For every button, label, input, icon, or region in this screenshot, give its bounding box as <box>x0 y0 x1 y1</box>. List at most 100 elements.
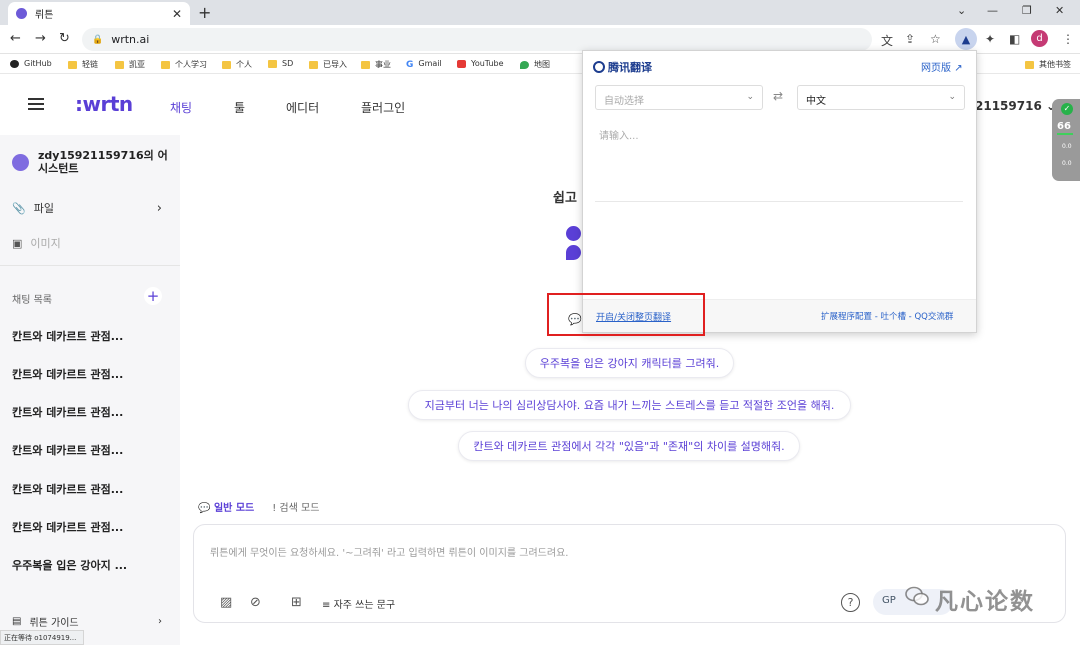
memory-percent: 66 <box>1057 121 1071 132</box>
sidebar-item-file[interactable]: 📎 파일 › <box>12 200 162 216</box>
source-text-input[interactable]: 请输入... <box>599 127 639 142</box>
github-icon <box>10 59 19 68</box>
minimize-button[interactable]: — <box>987 4 998 17</box>
chat-list-item[interactable]: 칸트와 데카르트 관점... <box>12 328 172 344</box>
search-mode-button[interactable]: ! 검색 모드 <box>272 499 319 514</box>
new-chat-button[interactable]: + <box>144 287 162 305</box>
bookmark-folder[interactable]: 个人学习 <box>161 59 207 70</box>
address-bar[interactable]: 🔒 wrtn.ai <box>82 28 872 51</box>
paperclip-icon: 📎 <box>12 201 26 215</box>
youtube-icon <box>457 59 466 68</box>
wrtn-logo-dot-icon <box>566 226 581 241</box>
chat-list-item[interactable]: 칸트와 데카르트 관점... <box>12 481 172 497</box>
suggestion-chip[interactable]: 칸트와 데카르트 관점에서 각각 "있음"과 "존재"의 차이를 설명해줘. <box>458 431 800 461</box>
chat-bubble-icon: 💬 <box>198 503 214 514</box>
close-window-button[interactable]: ✕ <box>1055 4 1064 17</box>
folder-icon <box>1025 60 1034 69</box>
paperclip-icon[interactable]: ⊘ <box>250 595 261 610</box>
nav-tab-plugin[interactable]: 플러그인 <box>361 99 405 116</box>
bookmark-folder[interactable]: 凯亚 <box>115 59 145 70</box>
chat-input-placeholder: 뤼튼에게 무엇이든 요청하세요. '~그려줘' 라고 입력하면 뤼튼이 이미지를… <box>210 548 569 559</box>
shield-check-icon: ✓ <box>1061 103 1073 115</box>
system-monitor-widget[interactable]: ✓ 66 0.0 0.0 <box>1052 99 1080 181</box>
web-version-link[interactable]: 网页版 ↗ <box>921 59 963 74</box>
sidebar-item-image[interactable]: ▣ 이미지 <box>12 235 162 251</box>
wechat-logo-icon <box>905 586 929 606</box>
bookmark-folder[interactable]: 个人 <box>222 59 252 70</box>
swap-languages-icon[interactable]: ⇄ <box>773 89 783 103</box>
sidebar-divider <box>0 265 180 266</box>
chat-list-item[interactable]: 칸트와 데카르트 관점... <box>12 366 172 382</box>
divider <box>595 201 963 202</box>
layout-template-icon[interactable]: ⊞ <box>291 595 302 610</box>
close-tab-icon[interactable]: ✕ <box>172 7 182 21</box>
browser-status-bubble: 正在等待 o1074919... <box>0 630 84 645</box>
help-question-icon[interactable]: ? <box>841 593 860 612</box>
url-text: wrtn.ai <box>111 33 150 46</box>
bookmark-folder[interactable]: 事业 <box>361 59 391 70</box>
external-link-icon: ↗ <box>954 63 963 74</box>
nav-tab-editor[interactable]: 에디터 <box>286 99 319 116</box>
chat-list-item[interactable]: 칸트와 데카르트 관점... <box>12 442 172 458</box>
assistant-profile[interactable]: zdy15921159716의 어시스턴트 <box>12 149 168 175</box>
sidebar-item-guide[interactable]: ▤ 뤼튼 가이드 › <box>12 614 162 629</box>
bookmark-other[interactable]: 其他书签 <box>1025 59 1071 70</box>
menu-hamburger-icon[interactable] <box>28 98 44 110</box>
bookmark-maps[interactable]: 地图 <box>520 59 550 70</box>
source-language-select[interactable]: 自动选择 ⌄ <box>595 85 763 110</box>
general-mode-button[interactable]: 💬 일반 모드 <box>198 499 254 514</box>
back-icon[interactable]: ← <box>10 31 21 46</box>
reload-icon[interactable]: ↻ <box>59 31 70 46</box>
footer-links[interactable]: 扩展程序配置 - 吐个槽 - QQ交流群 <box>821 310 953 322</box>
image-upload-icon[interactable]: ▨ <box>220 595 232 610</box>
side-panel-icon[interactable]: ◧ <box>1009 32 1020 46</box>
profile-avatar[interactable]: d <box>1031 30 1048 47</box>
suggestion-chip[interactable]: 지금부터 너는 나의 심리상담사야. 요즘 내가 느끼는 스트레스를 듣고 적절… <box>408 390 851 420</box>
chat-list-item[interactable]: 칸트와 데카르트 관점... <box>12 404 172 420</box>
chat-list-item[interactable]: 칸트와 데카르트 관점... <box>12 519 172 535</box>
tencent-logo-icon <box>593 61 605 73</box>
bookmark-github[interactable]: GitHub <box>10 59 52 68</box>
nav-tab-tool[interactable]: 툴 <box>234 99 245 116</box>
guide-book-icon: ▤ <box>12 616 22 627</box>
bookmark-folder[interactable]: SD <box>268 59 293 68</box>
extensions-puzzle-icon[interactable]: ✦ <box>985 32 995 46</box>
bookmark-gmail[interactable]: G Gmail <box>406 59 442 70</box>
suggestion-chip[interactable]: 우주복을 입은 강아지 캐릭터를 그려줘. <box>525 348 734 378</box>
google-icon: G <box>406 59 414 70</box>
translate-page-icon[interactable]: 文 <box>881 32 893 49</box>
account-menu[interactable]: 21159716 ⌄ <box>975 99 1056 113</box>
bookmark-youtube[interactable]: YouTube <box>457 59 504 68</box>
chevron-right-icon: › <box>156 200 162 216</box>
folder-icon <box>161 60 170 69</box>
chevron-right-icon: › <box>158 616 162 627</box>
download-speed: 0.0 <box>1062 160 1072 167</box>
assistant-name: zdy15921159716의 어시스턴트 <box>38 149 168 175</box>
new-tab-button[interactable]: + <box>198 3 211 22</box>
bookmark-star-icon[interactable]: ☆ <box>930 32 941 46</box>
tab-search-icon[interactable]: ⌄ <box>957 4 966 17</box>
bookmark-folder[interactable]: 已导入 <box>309 59 347 70</box>
nav-tab-chat[interactable]: 채팅 <box>170 99 192 116</box>
folder-icon <box>268 59 277 68</box>
bookmark-folder[interactable]: 轻链 <box>68 59 98 70</box>
browser-tab[interactable]: 뤼튼 ✕ <box>8 2 190 25</box>
wrtn-logo-dot-icon <box>566 245 581 260</box>
chevron-down-icon: ⌄ <box>948 92 956 102</box>
folder-icon <box>361 60 370 69</box>
tencent-translate-logo: 腾讯翻译 <box>593 59 652 75</box>
chat-list-item[interactable]: 우주복을 입은 강아지 ... <box>12 557 172 573</box>
lock-icon: 🔒 <box>92 34 104 45</box>
upload-speed: 0.0 <box>1062 143 1072 150</box>
forward-icon[interactable]: → <box>35 31 46 46</box>
folder-icon <box>115 60 124 69</box>
maximize-button[interactable]: ❐ <box>1022 4 1032 17</box>
browser-menu-icon[interactable]: ⋮ <box>1062 32 1074 46</box>
wrtn-favicon-icon <box>16 8 27 19</box>
wrtn-logo[interactable]: :wrtn <box>75 92 133 116</box>
favorite-phrases-button[interactable]: ≡ 자주 쓰는 문구 <box>322 596 395 611</box>
list-icon: ≡ <box>322 600 334 611</box>
share-icon[interactable]: ⇪ <box>905 32 915 46</box>
tencent-translate-extension-icon[interactable]: ▲ <box>955 28 977 50</box>
target-language-select[interactable]: 中文 ⌄ <box>797 85 965 110</box>
